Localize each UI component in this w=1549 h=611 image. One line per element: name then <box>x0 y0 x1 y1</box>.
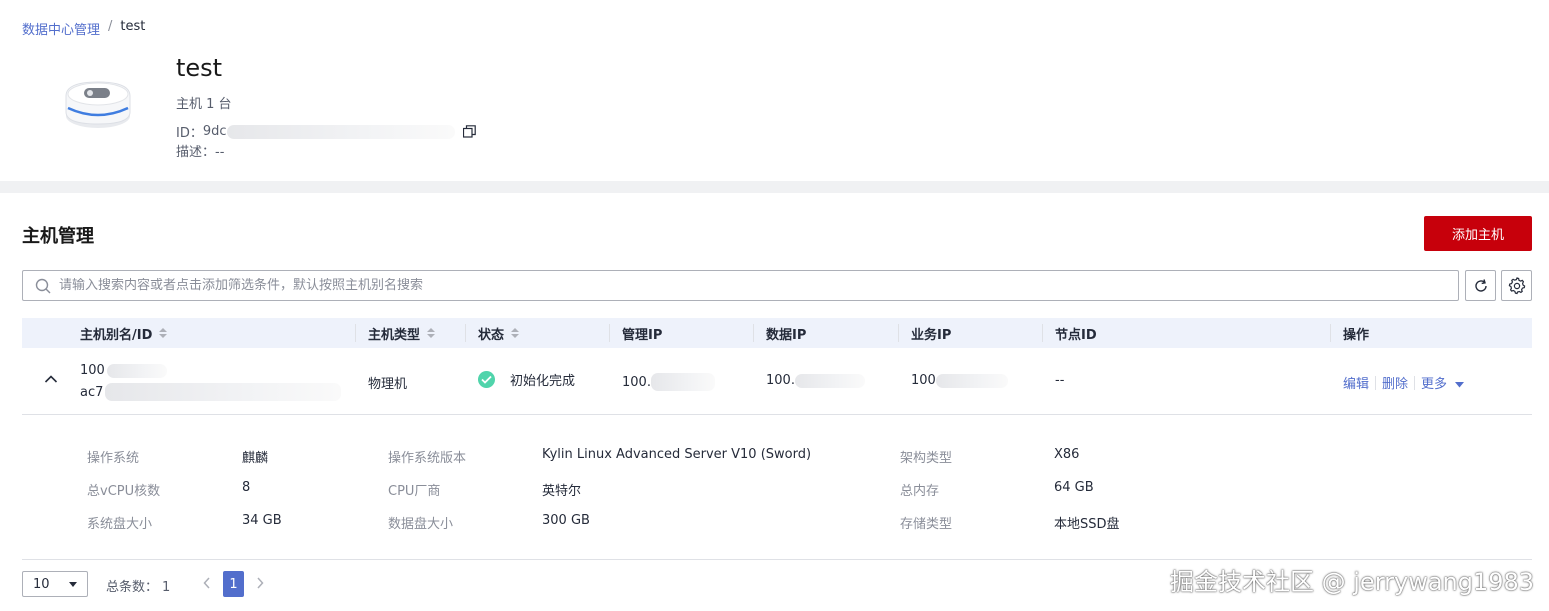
search-input[interactable] <box>59 278 1458 293</box>
refresh-button[interactable] <box>1465 270 1496 301</box>
ip-redacted <box>794 373 865 388</box>
delete-link[interactable]: 删除 <box>1382 373 1408 392</box>
id-label: ID： <box>176 126 203 141</box>
caret-down-icon <box>69 582 77 587</box>
alias-redacted <box>106 363 167 378</box>
id-redacted <box>226 124 455 139</box>
col-header-status[interactable]: 状态 <box>478 318 520 348</box>
table-row: 100 ac7 物理机 初始化完成 100. 100. 100 -- 编辑 删除… <box>22 348 1532 415</box>
ip-redacted <box>935 373 1008 388</box>
col-header-actions: 操作 <box>1343 327 1370 343</box>
host-management-title: 主机管理 <box>22 226 94 247</box>
total-label: 总条数： <box>106 580 159 595</box>
host-id: ac7 <box>80 383 342 401</box>
breadcrumb-datacenter-link[interactable]: 数据中心管理 <box>22 19 100 38</box>
breadcrumb: 数据中心管理 / test <box>22 19 145 38</box>
detail-label: 总vCPU核数 <box>87 484 161 499</box>
breadcrumb-separator: / <box>108 19 113 34</box>
col-header-type-label: 主机类型 <box>368 327 421 343</box>
success-check-icon <box>478 371 495 388</box>
search-icon <box>35 278 51 293</box>
datacenter-id: ID： 9dc <box>176 122 476 141</box>
row-actions: 编辑 删除 更多 <box>1343 373 1465 392</box>
col-header-node-id: 节点ID <box>1055 327 1097 343</box>
node-id: -- <box>1055 373 1065 388</box>
more-label: 更多 <box>1421 377 1448 392</box>
col-header-biz-ip: 业务IP <box>911 327 952 343</box>
watermark: 掘金技术社区 @ jerrywang1983 <box>1170 568 1535 596</box>
gear-icon <box>1508 276 1525 294</box>
settings-button[interactable] <box>1501 270 1532 301</box>
desc-label: 描述： <box>176 145 216 160</box>
detail-value: 麒麟 <box>242 451 269 466</box>
host-type: 物理机 <box>368 377 408 392</box>
col-header-data-ip: 数据IP <box>766 327 807 343</box>
edit-link[interactable]: 编辑 <box>1343 373 1369 392</box>
host-status-text: 初始化完成 <box>510 374 576 389</box>
col-header-alias[interactable]: 主机别名/ID <box>80 318 168 348</box>
detail-value: 本地SSD盘 <box>1054 517 1120 532</box>
sort-icon[interactable] <box>427 328 436 338</box>
page-size-select[interactable]: 10 <box>22 571 88 597</box>
host-alias: 100 <box>80 363 167 378</box>
detail-value: Kylin Linux Advanced Server V10 (Sword) <box>542 447 812 462</box>
chevron-up-icon[interactable] <box>44 374 58 384</box>
mgmt-ip-text: 100. <box>622 374 651 390</box>
col-header-type[interactable]: 主机类型 <box>368 318 436 348</box>
ip-redacted <box>650 373 715 391</box>
copy-icon[interactable] <box>462 125 476 138</box>
more-dropdown[interactable]: 更多 <box>1421 373 1465 392</box>
data-ip-text: 100. <box>766 373 795 388</box>
next-page-icon[interactable] <box>255 576 265 590</box>
detail-value: 34 GB <box>242 513 282 528</box>
host-status: 初始化完成 <box>478 370 575 389</box>
datacenter-header: 数据中心管理 / test test 主机 1 台 ID： 9dc 描述：-- <box>0 0 1549 181</box>
col-header-alias-label: 主机别名/ID <box>80 327 153 343</box>
detail-label: 架构类型 <box>900 451 953 466</box>
id-redacted <box>105 383 342 401</box>
caret-down-icon <box>1455 382 1465 388</box>
detail-value: X86 <box>1054 447 1080 462</box>
table-header: 主机别名/ID 主机类型 状态 管理IP 数据IP 业务IP 节点ID 操作 <box>22 318 1532 348</box>
footer-divider <box>22 559 1532 560</box>
detail-label: 总内存 <box>900 484 940 499</box>
section-divider <box>0 181 1549 193</box>
host-id-text: ac7 <box>80 384 104 400</box>
sort-icon[interactable] <box>159 328 168 338</box>
prev-page-icon[interactable] <box>202 576 212 590</box>
biz-ip: 100 <box>911 373 1008 388</box>
search-bar <box>22 270 1459 301</box>
sort-icon[interactable] <box>511 328 520 338</box>
id-value: 9dc <box>202 124 227 139</box>
detail-value: 英特尔 <box>542 484 582 499</box>
detail-label: CPU厂商 <box>388 484 441 499</box>
detail-label: 存储类型 <box>900 517 953 532</box>
datacenter-description: 描述：-- <box>176 141 224 160</box>
detail-value: 8 <box>242 480 251 495</box>
add-host-button[interactable]: 添加主机 <box>1424 216 1532 251</box>
total-value: 1 <box>162 580 171 595</box>
total-count: 总条数： 1 <box>106 576 170 595</box>
col-header-mgmt-ip: 管理IP <box>622 327 663 343</box>
host-alias-text: 100 <box>80 363 105 378</box>
biz-ip-text: 100 <box>911 373 936 388</box>
detail-value: 64 GB <box>1054 480 1094 495</box>
mgmt-ip: 100. <box>622 373 715 391</box>
detail-label: 数据盘大小 <box>388 517 454 532</box>
page-number-current[interactable]: 1 <box>223 571 244 597</box>
host-count: 主机 1 台 <box>176 97 232 112</box>
col-header-status-label: 状态 <box>478 327 505 343</box>
detail-label: 操作系统 <box>87 451 140 466</box>
data-ip: 100. <box>766 373 865 388</box>
datacenter-title: test <box>176 54 223 82</box>
refresh-icon <box>1474 278 1487 292</box>
detail-label: 操作系统版本 <box>388 451 467 466</box>
detail-value: 300 GB <box>542 513 590 528</box>
page-size-value: 10 <box>33 576 50 592</box>
detail-label: 系统盘大小 <box>87 517 153 532</box>
datacenter-icon <box>65 81 131 128</box>
desc-value: -- <box>215 145 225 160</box>
breadcrumb-current: test <box>120 19 146 34</box>
